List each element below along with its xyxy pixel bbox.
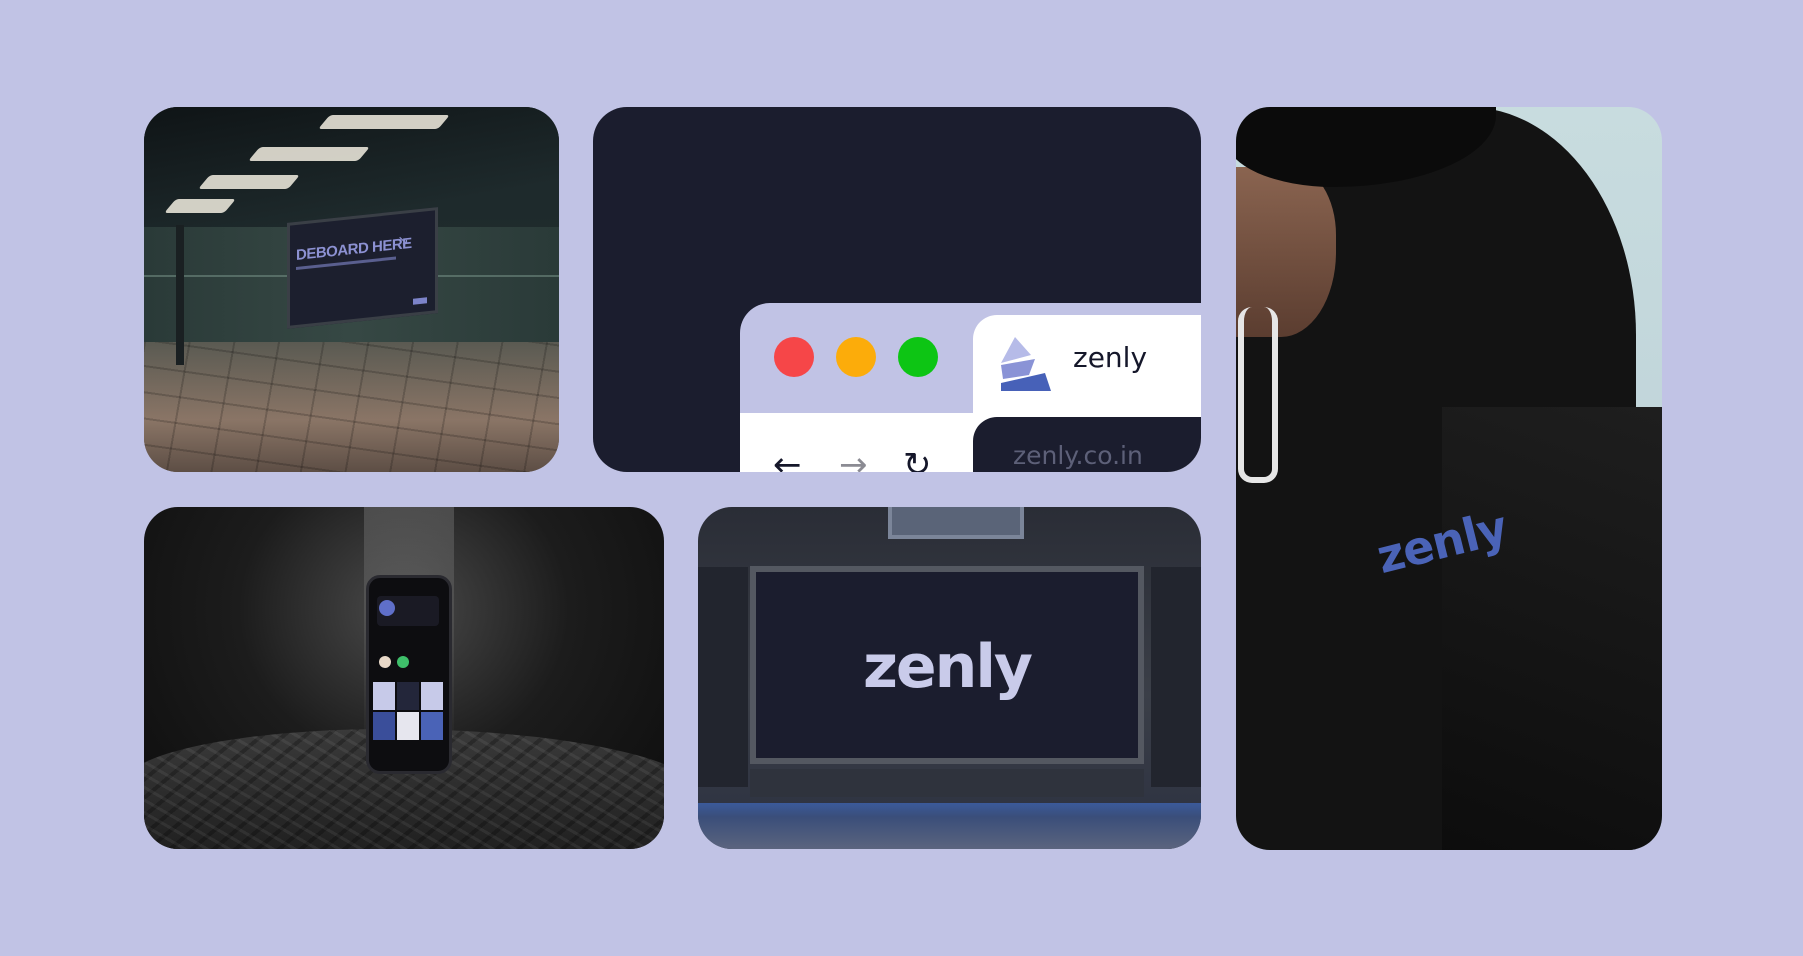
post-thumbnail — [373, 682, 395, 710]
board-base — [750, 769, 1144, 797]
subway-board-mockup: zenly — [698, 507, 1201, 849]
reload-icon[interactable]: ↻ — [903, 445, 932, 472]
post-thumbnail — [421, 712, 443, 740]
ceiling-light — [164, 199, 236, 213]
hoodie-drawstring — [1238, 307, 1278, 483]
overhead-sign — [888, 507, 1024, 539]
board-screen: zenly — [756, 572, 1138, 758]
forward-arrow-icon[interactable]: → — [839, 445, 868, 472]
minimize-window-button[interactable] — [836, 337, 876, 377]
browser-mockup: zenly ← → ↻ zenly.co.in — [593, 107, 1201, 472]
hoodie-shadow — [1442, 407, 1662, 850]
story-highlight — [397, 656, 409, 668]
tab-title: zenly — [1073, 341, 1148, 374]
wall-panel-right — [1151, 567, 1201, 787]
post-thumbnail — [397, 712, 419, 740]
platform-floor — [698, 803, 1201, 849]
station-floor — [144, 342, 559, 472]
arrow-down-right-icon: ↘ — [397, 231, 409, 249]
avatar — [379, 600, 395, 616]
post-thumbnail — [421, 682, 443, 710]
hoodie-mockup: zenly — [1236, 107, 1662, 850]
post-thumbnail — [397, 682, 419, 710]
browser-tab[interactable]: zenly — [973, 315, 1201, 415]
story-highlight — [379, 656, 391, 668]
maximize-window-button[interactable] — [898, 337, 938, 377]
phone-mockup — [144, 507, 664, 849]
station-billboard-mockup: DEBOARD HERE ↘ — [144, 107, 559, 472]
address-bar[interactable]: zenly.co.in — [973, 417, 1201, 472]
ceiling-light — [318, 115, 450, 129]
board-logo: zenly — [862, 632, 1033, 702]
ceiling-light — [248, 147, 370, 161]
ceiling-light — [198, 175, 300, 189]
zenly-logo-icon — [1001, 337, 1051, 391]
deboard-billboard: DEBOARD HERE ↘ — [287, 207, 438, 329]
smartphone — [366, 575, 452, 774]
wall-panel-left — [698, 567, 748, 787]
station-pillar — [176, 225, 184, 365]
billboard-logo — [413, 297, 427, 305]
post-thumbnail — [373, 712, 395, 740]
url-text: zenly.co.in — [1013, 441, 1143, 470]
back-arrow-icon[interactable]: ← — [773, 445, 802, 472]
close-window-button[interactable] — [774, 337, 814, 377]
